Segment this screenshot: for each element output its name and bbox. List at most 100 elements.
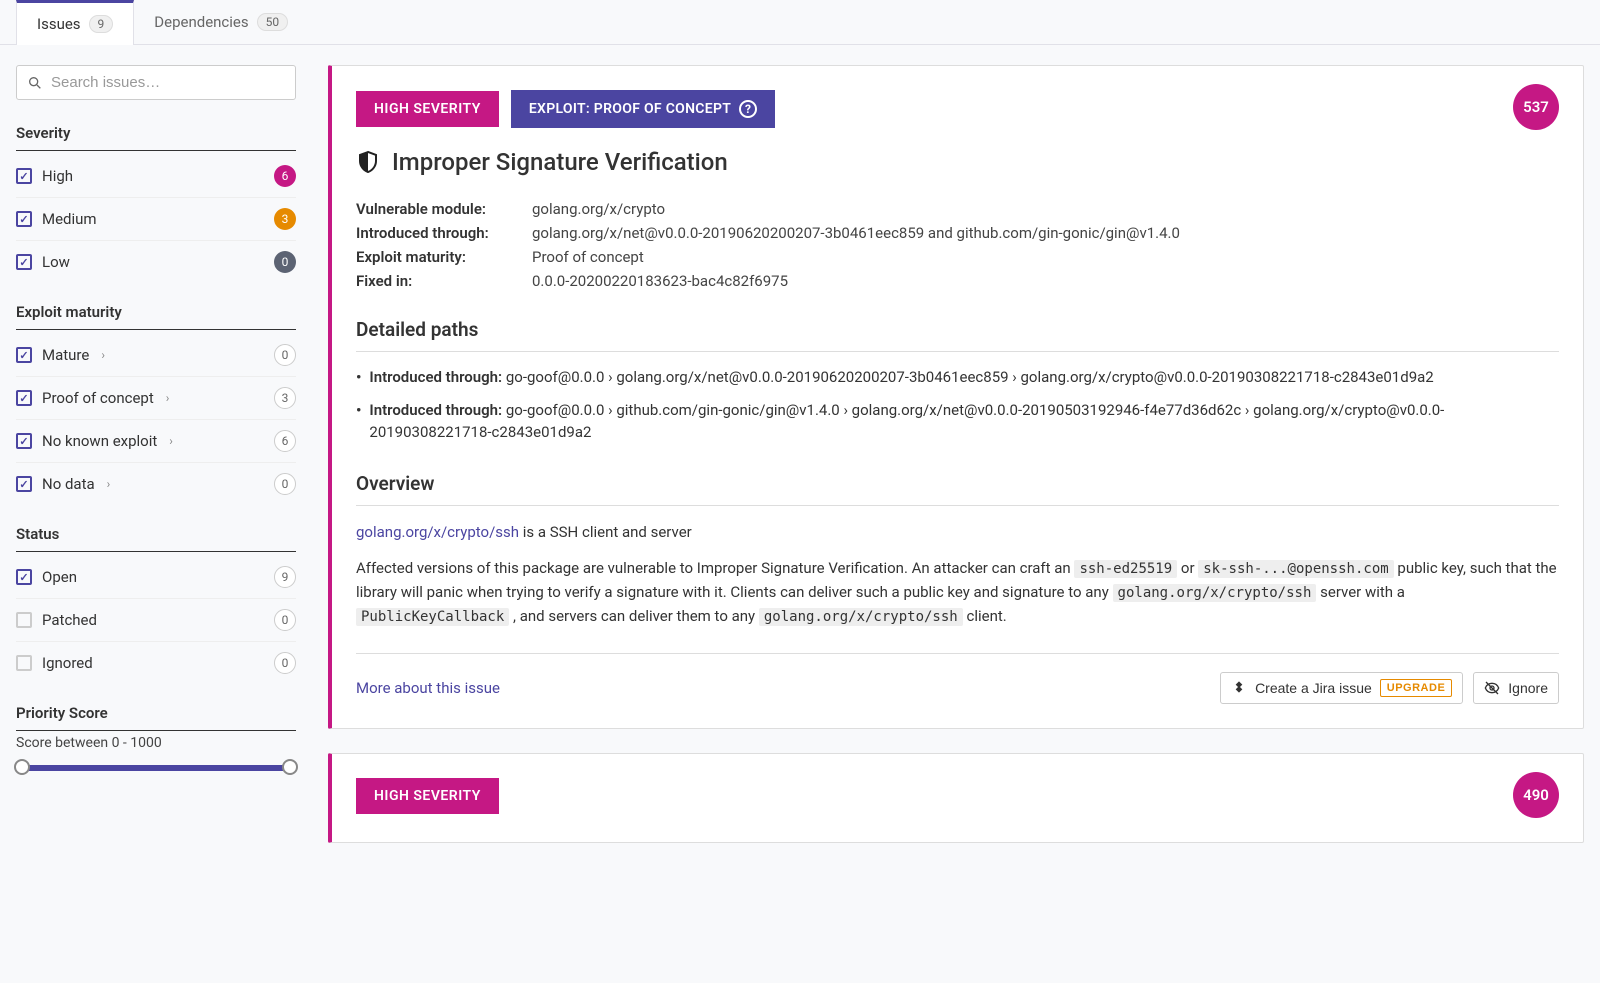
eye-off-icon bbox=[1484, 680, 1500, 696]
checkbox[interactable] bbox=[16, 655, 32, 671]
filter-status: Status Open 9 Patched 0 Ignored bbox=[16, 525, 296, 684]
overview-intro: golang.org/x/crypto/ssh is a SSH client … bbox=[356, 520, 1559, 544]
path-item: Introduced through: go-goof@0.0.0 › gith… bbox=[356, 399, 1559, 444]
priority-slider[interactable] bbox=[16, 765, 296, 771]
filter-label: No data bbox=[42, 475, 95, 493]
filter-open[interactable]: Open 9 bbox=[16, 556, 296, 599]
meta-value: golang.org/x/net@v0.0.0-20190620200207-3… bbox=[532, 224, 1180, 242]
meta-exploit-maturity: Exploit maturity: Proof of concept bbox=[356, 248, 1559, 266]
priority-score-badge: 490 bbox=[1513, 772, 1559, 818]
filter-medium[interactable]: Medium 3 bbox=[16, 198, 296, 241]
chevron-right-icon: › bbox=[166, 391, 170, 405]
card-footer: More about this issue Create a Jira issu… bbox=[356, 653, 1559, 704]
checkbox[interactable] bbox=[16, 168, 32, 184]
path-value: go-goof@0.0.0 › golang.org/x/net@v0.0.0-… bbox=[506, 368, 1434, 386]
count-badge: 0 bbox=[274, 344, 296, 366]
checkbox[interactable] bbox=[16, 612, 32, 628]
checkbox[interactable] bbox=[16, 390, 32, 406]
exploit-pill: EXPLOIT: PROOF OF CONCEPT ? bbox=[511, 90, 775, 128]
tab-label: Dependencies bbox=[154, 13, 248, 31]
filter-heading: Severity bbox=[16, 124, 296, 151]
card-header: HIGH SEVERITY EXPLOIT: PROOF OF CONCEPT … bbox=[356, 90, 1559, 128]
priority-score-badge: 537 bbox=[1513, 84, 1559, 130]
jira-icon bbox=[1231, 680, 1247, 696]
slider-hint: Score between 0 - 1000 bbox=[16, 735, 296, 751]
issue-title-text: Improper Signature Verification bbox=[392, 148, 728, 176]
count-badge: 6 bbox=[274, 165, 296, 187]
search-box[interactable] bbox=[16, 65, 296, 100]
filter-label: No known exploit bbox=[42, 432, 157, 450]
search-input[interactable] bbox=[51, 74, 285, 91]
code-snippet: PublicKeyCallback bbox=[356, 608, 509, 626]
overview-description: Affected versions of this package are vu… bbox=[356, 556, 1559, 629]
meta-label: Introduced through: bbox=[356, 224, 516, 242]
overview-heading: Overview bbox=[356, 472, 1559, 506]
checkbox[interactable] bbox=[16, 254, 32, 270]
meta-value: golang.org/x/crypto bbox=[532, 200, 665, 218]
issue-title: Improper Signature Verification bbox=[356, 148, 1559, 176]
tab-dependencies[interactable]: Dependencies 50 bbox=[134, 0, 308, 44]
meta-label: Exploit maturity: bbox=[356, 248, 516, 266]
filter-mature[interactable]: Mature › 0 bbox=[16, 334, 296, 377]
package-link[interactable]: golang.org/x/crypto/ssh bbox=[356, 523, 519, 541]
more-about-link[interactable]: More about this issue bbox=[356, 679, 500, 697]
help-icon[interactable]: ? bbox=[739, 100, 757, 118]
overview-text: is a SSH client and server bbox=[519, 523, 692, 541]
slider-thumb-max[interactable] bbox=[282, 759, 298, 775]
checkbox[interactable] bbox=[16, 433, 32, 449]
meta-vulnerable-module: Vulnerable module: golang.org/x/crypto bbox=[356, 200, 1559, 218]
upgrade-badge: UPGRADE bbox=[1380, 679, 1453, 697]
filter-exploit-maturity: Exploit maturity Mature › 0 Proof of con… bbox=[16, 303, 296, 505]
meta-value: 0.0.0-20200220183623-bac4c82f6975 bbox=[532, 272, 788, 290]
filter-heading: Status bbox=[16, 525, 296, 552]
tab-issues[interactable]: Issues 9 bbox=[16, 0, 134, 45]
filter-heading: Priority Score bbox=[16, 704, 296, 731]
filter-ignored[interactable]: Ignored 0 bbox=[16, 642, 296, 684]
filter-label: High bbox=[42, 167, 73, 185]
filter-patched[interactable]: Patched 0 bbox=[16, 599, 296, 642]
tab-label: Issues bbox=[37, 15, 81, 33]
filter-low[interactable]: Low 0 bbox=[16, 241, 296, 283]
count-badge: 9 bbox=[274, 566, 296, 588]
count-badge: 0 bbox=[274, 652, 296, 674]
main-content: HIGH SEVERITY EXPLOIT: PROOF OF CONCEPT … bbox=[328, 65, 1584, 867]
search-icon bbox=[27, 75, 43, 91]
filter-heading: Exploit maturity bbox=[16, 303, 296, 330]
code-snippet: golang.org/x/crypto/ssh bbox=[759, 608, 963, 626]
filter-severity: Severity High 6 Medium 3 Low bbox=[16, 124, 296, 283]
filter-label: Proof of concept bbox=[42, 389, 154, 407]
count-badge: 3 bbox=[274, 208, 296, 230]
filter-no-known-exploit[interactable]: No known exploit › 6 bbox=[16, 420, 296, 463]
filter-label: Low bbox=[42, 253, 70, 271]
checkbox[interactable] bbox=[16, 476, 32, 492]
filter-high[interactable]: High 6 bbox=[16, 155, 296, 198]
checkbox[interactable] bbox=[16, 347, 32, 363]
filter-no-data[interactable]: No data › 0 bbox=[16, 463, 296, 505]
slider-thumb-min[interactable] bbox=[14, 759, 30, 775]
detailed-paths-heading: Detailed paths bbox=[356, 318, 1559, 352]
create-jira-button[interactable]: Create a Jira issue UPGRADE bbox=[1220, 672, 1463, 704]
checkbox[interactable] bbox=[16, 211, 32, 227]
path-value: go-goof@0.0.0 › github.com/gin-gonic/gin… bbox=[369, 401, 1444, 442]
filter-label: Patched bbox=[42, 611, 97, 629]
chevron-right-icon: › bbox=[107, 477, 111, 491]
ignore-button[interactable]: Ignore bbox=[1473, 672, 1559, 704]
count-badge: 6 bbox=[274, 430, 296, 452]
chevron-right-icon: › bbox=[169, 434, 173, 448]
button-label: Create a Jira issue bbox=[1255, 680, 1372, 696]
filter-label: Open bbox=[42, 568, 77, 586]
tabs-bar: Issues 9 Dependencies 50 bbox=[0, 0, 1600, 45]
button-label: Ignore bbox=[1508, 680, 1548, 696]
severity-pill: HIGH SEVERITY bbox=[356, 778, 499, 814]
count-badge: 0 bbox=[274, 251, 296, 273]
meta-value: Proof of concept bbox=[532, 248, 644, 266]
shield-icon bbox=[356, 150, 380, 174]
code-snippet: ssh-ed25519 bbox=[1074, 560, 1177, 578]
filter-proof-of-concept[interactable]: Proof of concept › 3 bbox=[16, 377, 296, 420]
tab-count: 9 bbox=[89, 15, 114, 33]
path-label: Introduced through: bbox=[369, 401, 502, 419]
path-label: Introduced through: bbox=[369, 368, 502, 386]
checkbox[interactable] bbox=[16, 569, 32, 585]
slider-fill bbox=[16, 765, 296, 771]
meta-introduced-through: Introduced through: golang.org/x/net@v0.… bbox=[356, 224, 1559, 242]
